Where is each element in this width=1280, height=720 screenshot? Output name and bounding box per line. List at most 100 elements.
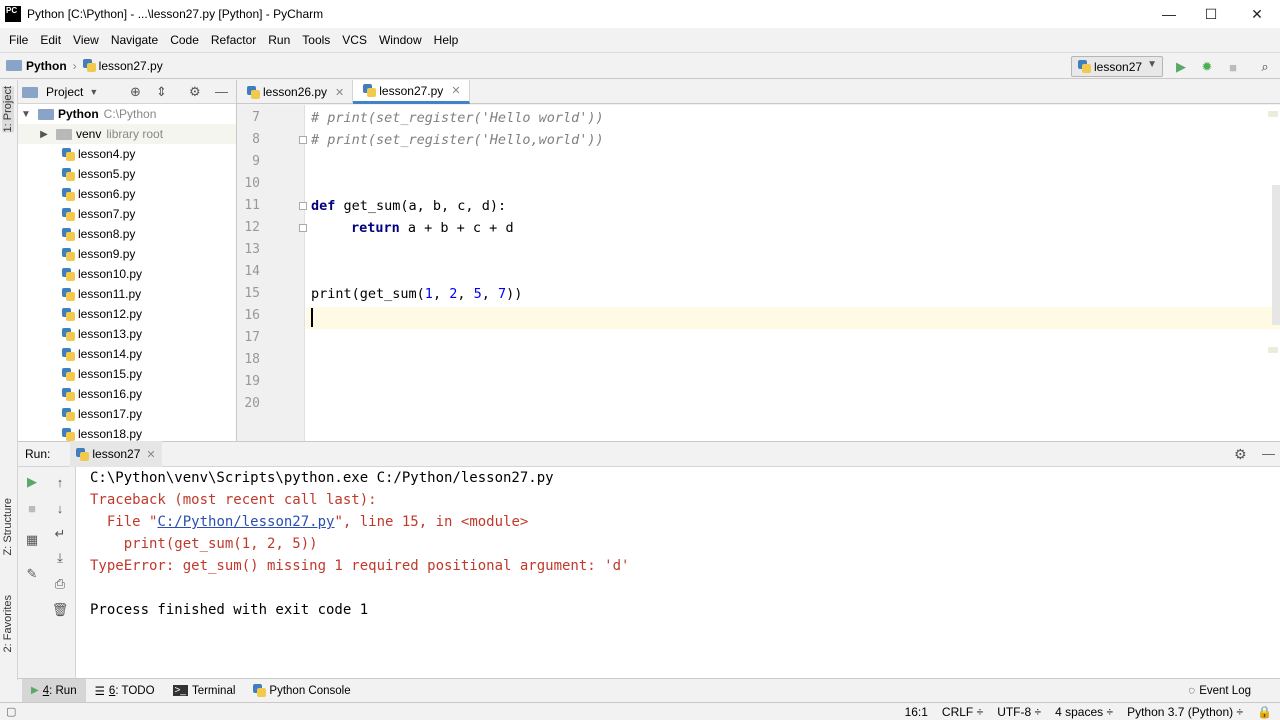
run-tab-lesson27[interactable]: lesson27 ✕	[70, 441, 162, 467]
tree-file-item[interactable]: lesson17.py	[18, 404, 236, 424]
tree-file-item[interactable]: lesson10.py	[18, 264, 236, 284]
status-interpreter[interactable]: Python 3.7 (Python) ÷	[1127, 705, 1243, 719]
status-indent[interactable]: 4 spaces ÷	[1055, 705, 1113, 719]
folder-icon	[38, 108, 54, 120]
line-number-gutter: 7 8 9 10 11 12 13 14 15 16 17 18 19 20	[237, 105, 307, 441]
tree-file-item[interactable]: lesson12.py	[18, 304, 236, 324]
scroll-down-icon[interactable]: ↓	[50, 498, 70, 518]
menu-view[interactable]: View	[67, 33, 105, 47]
tool-window-run[interactable]: ▶ 4: Run	[22, 678, 86, 703]
run-button[interactable]: ▶	[1171, 57, 1191, 77]
python-file-icon	[62, 247, 75, 261]
locate-file-icon[interactable]: ⊕	[130, 84, 141, 100]
menu-tools[interactable]: Tools	[296, 33, 336, 47]
debug-button[interactable]: ✹	[1197, 57, 1217, 77]
todo-icon: ☰	[94, 685, 105, 698]
tool-window-terminal[interactable]: >_ Terminal	[164, 679, 245, 703]
status-line-separator[interactable]: CRLF ÷	[942, 705, 983, 719]
search-everywhere-button[interactable]: ⌕	[1255, 57, 1275, 77]
tree-file-item[interactable]: lesson5.py	[18, 164, 236, 184]
tree-file-item[interactable]: lesson13.py	[18, 324, 236, 344]
tree-file-item[interactable]: lesson14.py	[18, 344, 236, 364]
console-file-link[interactable]: C:/Python/lesson27.py	[157, 514, 334, 530]
fold-marker-icon[interactable]	[299, 202, 307, 210]
close-tab-icon[interactable]: ✕	[451, 84, 460, 97]
error-stripe-mark[interactable]	[1268, 347, 1278, 353]
structure-tool-button[interactable]: Z: Structure	[2, 498, 14, 555]
menu-edit[interactable]: Edit	[34, 33, 67, 47]
tree-file-item[interactable]: lesson8.py	[18, 224, 236, 244]
stop-icon[interactable]: ■	[22, 498, 42, 518]
menu-code[interactable]: Code	[164, 33, 205, 47]
code-text: a + b + c + d	[399, 220, 514, 236]
lock-icon[interactable]: 🔒	[1257, 705, 1272, 719]
pin-tab-icon[interactable]: ✎	[22, 564, 42, 584]
fold-marker-icon[interactable]	[299, 136, 307, 144]
soft-wrap-icon[interactable]: ↵	[50, 524, 70, 544]
tree-file-item[interactable]: lesson6.py	[18, 184, 236, 204]
tab-lesson26[interactable]: lesson26.py ✕	[237, 80, 354, 104]
scroll-up-icon[interactable]: ↑	[50, 472, 70, 492]
tab-lesson27[interactable]: lesson27.py ✕	[353, 80, 470, 104]
scroll-to-end-icon[interactable]: ⤓	[50, 548, 70, 568]
restore-layout-icon[interactable]: ▦	[22, 530, 42, 550]
status-caret-position[interactable]: 16:1	[905, 705, 928, 719]
tree-file-item[interactable]: lesson18.py	[18, 424, 236, 441]
close-tab-icon[interactable]: ✕	[335, 86, 344, 99]
tool-window-todo[interactable]: ☰ 6: TODO	[86, 679, 164, 703]
fold-marker-icon[interactable]	[299, 224, 307, 232]
rerun-icon[interactable]: ▶	[22, 472, 42, 492]
hide-panel-icon[interactable]: —	[1262, 446, 1275, 461]
toggle-tool-windows-icon[interactable]: ▢	[6, 705, 16, 718]
tree-file-item[interactable]: lesson9.py	[18, 244, 236, 264]
error-stripe-mark[interactable]	[1268, 111, 1278, 117]
trash-icon[interactable]: 🗑	[50, 600, 70, 620]
gear-icon[interactable]: ⚙	[189, 84, 201, 100]
print-icon[interactable]: ⎙	[50, 574, 70, 594]
tree-file-name: lesson14.py	[78, 347, 143, 361]
editor-scrollbar[interactable]	[1272, 185, 1280, 325]
code-text: ,	[432, 286, 450, 302]
tree-file-item[interactable]: lesson11.py	[18, 284, 236, 304]
favorites-tool-button[interactable]: 2: Favorites	[2, 595, 14, 652]
expanded-arrow-icon[interactable]: ▼	[20, 109, 32, 120]
tool-window-event-log[interactable]: ◌ Event Log	[1179, 679, 1260, 703]
maximize-button[interactable]: ☐	[1188, 0, 1234, 28]
collapse-all-icon[interactable]: ⇕	[156, 84, 167, 100]
minimize-button[interactable]: —	[1146, 0, 1192, 28]
tree-file-name: lesson15.py	[78, 367, 143, 381]
tree-file-item[interactable]: lesson7.py	[18, 204, 236, 224]
menu-file[interactable]: File	[3, 33, 34, 47]
breadcrumb-project[interactable]: Python	[26, 59, 67, 73]
project-tool-button[interactable]: 1: Project	[2, 86, 14, 133]
tree-venv[interactable]: ▶ venv library root	[18, 124, 236, 144]
python-file-icon	[62, 367, 75, 381]
line-number: 12	[244, 220, 260, 235]
tree-file-name: lesson12.py	[78, 307, 143, 321]
run-configuration-select[interactable]: lesson27 ▼	[1071, 56, 1163, 77]
menu-window[interactable]: Window	[373, 33, 428, 47]
code-editor[interactable]: 7 8 9 10 11 12 13 14 15 16 17 18 19 20 #…	[237, 105, 1280, 441]
stop-button[interactable]: ■	[1223, 57, 1243, 77]
close-button[interactable]: ✕	[1234, 0, 1280, 28]
gear-icon[interactable]: ⚙	[1234, 446, 1247, 463]
menu-help[interactable]: Help	[428, 33, 465, 47]
menu-vcs[interactable]: VCS	[336, 33, 373, 47]
collapsed-arrow-icon[interactable]: ▶	[38, 129, 50, 140]
status-encoding[interactable]: UTF-8 ÷	[997, 705, 1041, 719]
tree-root[interactable]: ▼ Python C:\Python	[18, 104, 236, 124]
hide-panel-icon[interactable]: —	[215, 84, 228, 99]
chevron-down-icon[interactable]: ▼	[89, 87, 98, 97]
menu-run[interactable]: Run	[262, 33, 296, 47]
python-file-icon	[62, 327, 75, 341]
tree-file-item[interactable]: lesson4.py	[18, 144, 236, 164]
tool-window-python-console[interactable]: Python Console	[244, 679, 359, 703]
close-tab-icon[interactable]: ✕	[146, 448, 155, 461]
menu-navigate[interactable]: Navigate	[105, 33, 164, 47]
run-console[interactable]: C:\Python\venv\Scripts\python.exe C:/Pyt…	[76, 467, 1280, 678]
project-panel-title[interactable]: Project	[46, 85, 83, 99]
menu-refactor[interactable]: Refactor	[205, 33, 262, 47]
tree-file-item[interactable]: lesson15.py	[18, 364, 236, 384]
tree-file-item[interactable]: lesson16.py	[18, 384, 236, 404]
breadcrumb-file[interactable]: lesson27.py	[99, 59, 163, 73]
